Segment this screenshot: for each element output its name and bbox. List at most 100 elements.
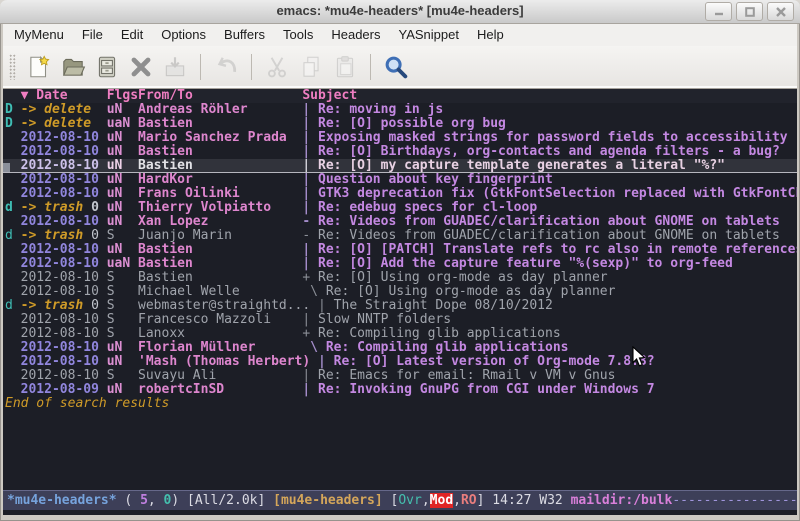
message-row[interactable]: 2012-08-10SLanoxx+ Re: Compiling glib ap…	[3, 327, 797, 341]
message-row[interactable]: 2012-08-10uNBastien| Re: [O] [PATCH] Tra…	[3, 243, 797, 257]
message-date: 2012-08-09	[21, 383, 107, 397]
minimize-button[interactable]	[705, 2, 732, 21]
menu-tools[interactable]: Tools	[274, 24, 322, 46]
message-date: 2012-08-10	[21, 355, 107, 369]
message-flags: S	[107, 285, 138, 299]
message-row[interactable]: d-> trash 0uNThierry Volpiatto| Re: edeb…	[3, 201, 797, 215]
message-from: Bastien	[138, 159, 302, 173]
maximize-button[interactable]	[736, 2, 763, 21]
message-subject: | GTK3 deprecation fix (GtkFontSelection…	[302, 187, 797, 201]
message-row[interactable]: 2012-08-09uNrobertcInSD| Re: Invoking Gn…	[3, 383, 797, 397]
message-row[interactable]: 2012-08-10SSuvayu Ali| Re: Emacs for ema…	[3, 369, 797, 383]
message-row[interactable]: 2012-08-10uN'Mash (Thomas Herbert)| Re: …	[3, 355, 797, 369]
menu-edit[interactable]: Edit	[112, 24, 152, 46]
menu-help[interactable]: Help	[468, 24, 513, 46]
end-of-search-results: End of search results	[3, 397, 797, 411]
message-subject: \ Re: [O] Using org-mode as day planner	[302, 285, 797, 299]
menu-mymenu[interactable]: MyMenu	[5, 24, 73, 46]
titlebar[interactable]: emacs: *mu4e-headers* [mu4e-headers]	[0, 0, 800, 24]
subject-text: GTK3 deprecation fix (GtkFontSelection r…	[318, 187, 797, 201]
message-date: 2012-08-10	[21, 257, 107, 271]
modeline-segment: ----------------------------------------…	[672, 493, 797, 508]
message-date: 2012-08-10	[21, 187, 107, 201]
message-row[interactable]: 2012-08-10uNBastien| Re: [O] my capture …	[3, 159, 797, 173]
message-from: Bastien	[138, 145, 302, 159]
message-subject: | Slow NNTP folders	[302, 313, 797, 327]
message-subject: | Question about key fingerprint	[302, 173, 797, 187]
new-file-icon[interactable]	[22, 51, 56, 83]
thread-prefix: |	[302, 131, 318, 145]
modeline-segment: ,	[422, 493, 430, 508]
modeline-segment: 5	[140, 493, 148, 508]
dired-icon[interactable]	[90, 51, 124, 83]
message-from: Bastien	[138, 257, 302, 271]
mode-line[interactable]: *mu4e-headers* ( 5, 0) [All/2.0k] [mu4e-…	[3, 490, 797, 510]
mark-suffix: 0	[83, 228, 99, 243]
modeline-segment: [All/2.0k]	[187, 493, 273, 508]
menu-yasnippet[interactable]: YASnippet	[389, 24, 467, 46]
subject-text: Slow NNTP folders	[318, 313, 451, 327]
fringe-cursor-marker	[3, 163, 10, 172]
message-row[interactable]: D-> deleteuaNBastien| Re: [O] possible o…	[3, 117, 797, 131]
subject-text: The Straight Dope 08/10/2012	[334, 299, 553, 313]
mark-margin	[5, 271, 21, 285]
message-flags: uN	[107, 215, 138, 229]
message-date: 2012-08-10	[21, 159, 107, 173]
from-column-header[interactable]: From/To	[138, 89, 302, 103]
mark-margin	[5, 173, 21, 187]
close-button[interactable]	[767, 2, 794, 21]
message-row[interactable]: 2012-08-10uNBastien| Re: [O] Birthdays, …	[3, 145, 797, 159]
message-row[interactable]: 2012-08-10uaNBastien| Re: [O] Add the ca…	[3, 257, 797, 271]
message-subject: | Re: moving in js	[302, 103, 797, 117]
header-line: ▼ Date Flgs From/To Subject	[3, 89, 797, 103]
emacs-window: emacs: *mu4e-headers* [mu4e-headers] MyM…	[0, 0, 800, 521]
flags-column-header[interactable]: Flgs	[107, 89, 138, 103]
thread-prefix: |	[302, 187, 318, 201]
mark-arrow-icon: ->	[21, 228, 44, 243]
message-row[interactable]: d-> trash 0Swebmaster@straightd...| The …	[3, 299, 797, 313]
subject-text: Re: Videos from GUADEC/clarification abo…	[318, 229, 780, 243]
message-date: -> trash 0	[21, 299, 107, 313]
toolbar-separator	[251, 54, 252, 80]
message-date: 2012-08-10	[21, 145, 107, 159]
search-icon[interactable]	[379, 51, 413, 83]
message-row[interactable]: 2012-08-10uNFrans Oilinki| GTK3 deprecat…	[3, 187, 797, 201]
message-flags: uaN	[107, 257, 138, 271]
message-row[interactable]: 2012-08-10SFrancesco Mazzoli| Slow NNTP …	[3, 313, 797, 327]
message-row[interactable]: 2012-08-10uNFlorian Müllner \ Re: Compil…	[3, 341, 797, 355]
message-row[interactable]: D-> deleteuNAndreas Röhler| Re: moving i…	[3, 103, 797, 117]
subject-text: Exposing masked strings for password fie…	[318, 131, 788, 145]
menu-headers[interactable]: Headers	[322, 24, 389, 46]
message-date: 2012-08-10	[21, 369, 107, 383]
mark-margin	[5, 243, 21, 257]
message-from: Suvayu Ali	[138, 369, 302, 383]
thread-prefix: |	[302, 173, 318, 187]
message-flags: S	[107, 313, 138, 327]
message-row[interactable]: 2012-08-10SMichael Welle \ Re: [O] Using…	[3, 285, 797, 299]
sort-by-date-header[interactable]: ▼ Date	[21, 89, 107, 103]
subject-column-header[interactable]: Subject	[302, 89, 797, 103]
menu-file[interactable]: File	[73, 24, 112, 46]
message-date: -> delete	[21, 117, 107, 131]
mark-margin	[5, 145, 21, 159]
thread-prefix: |	[302, 103, 318, 117]
kill-buffer-icon[interactable]	[124, 51, 158, 83]
message-flags: uN	[107, 243, 138, 257]
mark-margin	[5, 131, 21, 145]
message-flags: uN	[107, 131, 138, 145]
menu-options[interactable]: Options	[152, 24, 215, 46]
toolbar-grip[interactable]	[9, 54, 16, 80]
message-row[interactable]: 2012-08-10SBastien+ Re: [O] Using org-mo…	[3, 271, 797, 285]
menu-buffers[interactable]: Buffers	[215, 24, 274, 46]
echo-area[interactable]	[3, 510, 797, 515]
subject-text: Re: [O] Using org-mode as day planner	[318, 271, 608, 285]
message-row[interactable]: 2012-08-10uNHardKor| Question about key …	[3, 173, 797, 187]
message-row[interactable]: 2012-08-10uNMario Sanchez Prada| Exposin…	[3, 131, 797, 145]
message-flags: S	[107, 369, 138, 383]
toolbar-separator	[200, 54, 201, 80]
message-row[interactable]: 2012-08-10uNXan Lopez- Re: Videos from G…	[3, 215, 797, 229]
message-row[interactable]: d-> trash 0SJuanjo Marin- Re: Videos fro…	[3, 229, 797, 243]
open-file-icon[interactable]	[56, 51, 90, 83]
subject-text: Re: Compiling glib applications	[326, 341, 569, 355]
message-from: Bastien	[138, 271, 302, 285]
